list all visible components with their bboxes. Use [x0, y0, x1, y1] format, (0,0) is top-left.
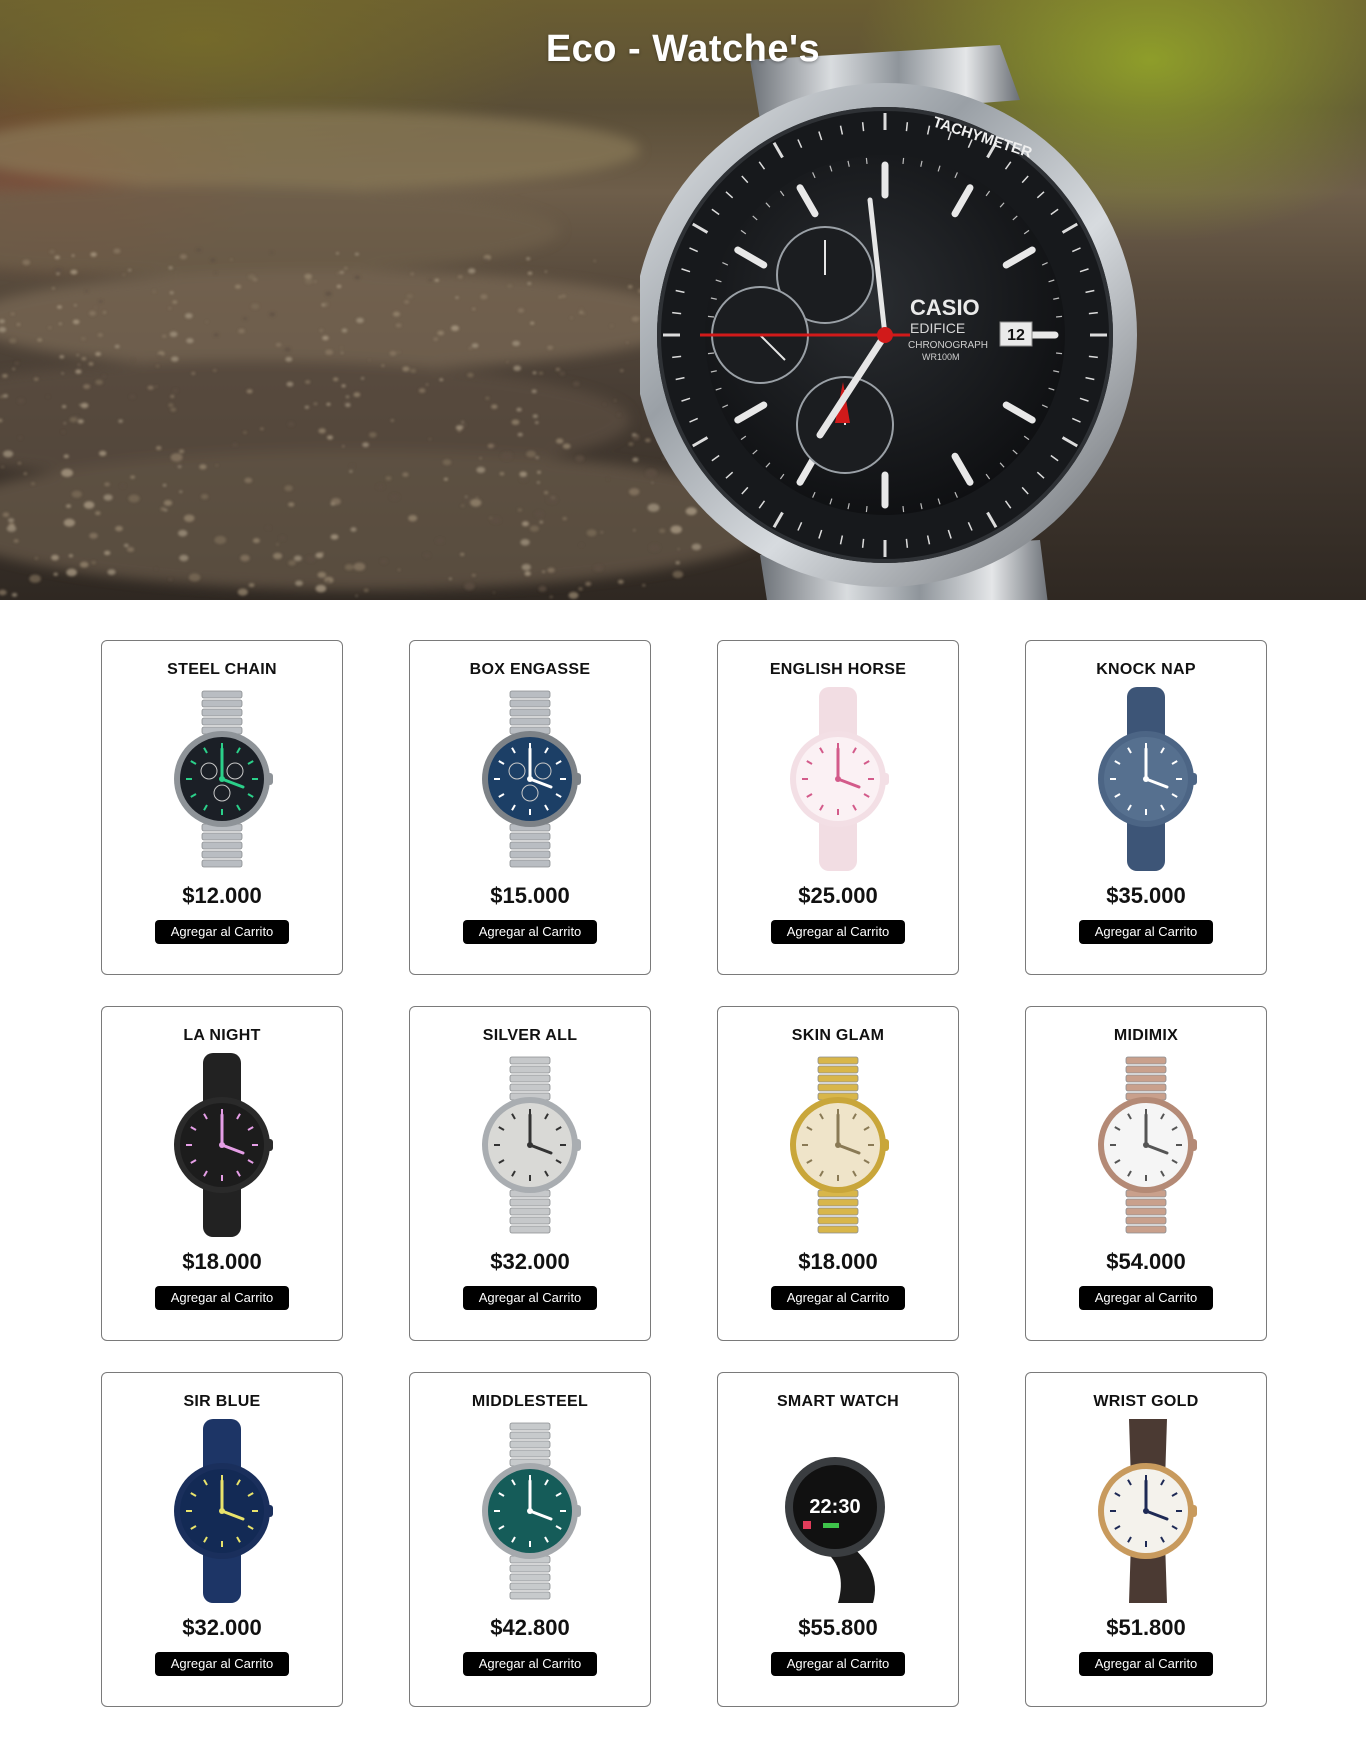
hero-watch-illustration: TACHYMETER CASIO EDIFICE CHRONOGRAPH WR1… — [640, 45, 1137, 600]
add-to-cart-button[interactable]: Agregar al Carrito — [155, 1286, 289, 1310]
product-card: WRIST GOLD $51.800 Agregar al Carrito — [1025, 1372, 1267, 1707]
hero-watch-model: EDIFICE — [910, 320, 965, 336]
product-name: LA NIGHT — [183, 1027, 261, 1044]
add-to-cart-button[interactable]: Agregar al Carrito — [463, 920, 597, 944]
add-to-cart-button[interactable]: Agregar al Carrito — [1079, 920, 1213, 944]
add-to-cart-button[interactable]: Agregar al Carrito — [155, 1652, 289, 1676]
product-name: SKIN GLAM — [791, 1027, 885, 1044]
hero-watch-date: 12 — [1007, 327, 1025, 344]
add-to-cart-button[interactable]: Agregar al Carrito — [771, 1286, 905, 1310]
product-card: SILVER ALL $32.000 Agregar al Carrito — [409, 1006, 651, 1341]
product-price: $18.000 — [182, 1249, 262, 1274]
product-price: $32.000 — [490, 1249, 570, 1274]
product-price: $15.000 — [490, 883, 570, 908]
add-to-cart-button[interactable]: Agregar al Carrito — [771, 920, 905, 944]
add-to-cart-button[interactable]: Agregar al Carrito — [463, 1286, 597, 1310]
knock-nap-watch-icon[interactable] — [1071, 687, 1221, 871]
product-name: BOX ENGASSE — [469, 661, 591, 678]
add-to-cart-button[interactable]: Agregar al Carrito — [1079, 1652, 1213, 1676]
product-price: $54.000 — [1106, 1249, 1186, 1274]
product-price: $12.000 — [182, 883, 262, 908]
product-price: $18.000 — [798, 1249, 878, 1274]
product-name: SIR BLUE — [183, 1393, 261, 1410]
midimix-watch-icon[interactable] — [1071, 1053, 1221, 1237]
steel-chain-watch-icon[interactable] — [147, 687, 297, 871]
product-card: MIDDLESTEEL $42.800 Agregar al Carrito — [409, 1372, 651, 1707]
add-to-cart-button[interactable]: Agregar al Carrito — [1079, 1286, 1213, 1310]
wrist-gold-watch-icon[interactable] — [1071, 1419, 1221, 1603]
sir-blue-watch-icon[interactable] — [147, 1419, 297, 1603]
product-card: MIDIMIX $54.000 Agregar al Carrito — [1025, 1006, 1267, 1341]
page-title: Eco - Watche's — [545, 28, 821, 70]
middlesteel-watch-icon[interactable] — [455, 1419, 605, 1603]
product-name: SILVER ALL — [482, 1027, 578, 1044]
product-price: $32.000 — [182, 1615, 262, 1640]
product-card: ENGLISH HORSE $25.000 Agregar al Carrito — [717, 640, 959, 975]
la-night-watch-icon[interactable] — [147, 1053, 297, 1237]
product-price: $35.000 — [1106, 883, 1186, 908]
product-name: STEEL CHAIN — [167, 661, 277, 678]
product-name: WRIST GOLD — [1093, 1393, 1199, 1410]
svg-text:22:30: 22:30 — [809, 1496, 860, 1518]
add-to-cart-button[interactable]: Agregar al Carrito — [463, 1652, 597, 1676]
smart-watch-icon[interactable]: 22:30 — [763, 1419, 913, 1603]
product-name: MIDDLESTEEL — [471, 1393, 589, 1410]
product-name: MIDIMIX — [1113, 1027, 1179, 1044]
add-to-cart-button[interactable]: Agregar al Carrito — [771, 1652, 905, 1676]
product-card: LA NIGHT $18.000 Agregar al Carrito — [101, 1006, 343, 1341]
hero-banner: TACHYMETER CASIO EDIFICE CHRONOGRAPH WR1… — [0, 0, 1366, 600]
product-name: SMART WATCH — [776, 1393, 900, 1410]
product-card: SMART WATCH 22:30 $55.800 Agregar al Carrit… — [717, 1372, 959, 1707]
product-price: $55.800 — [798, 1615, 878, 1640]
product-name: ENGLISH HORSE — [769, 661, 907, 678]
hero-watch-wr: WR100M — [922, 352, 960, 362]
product-name: KNOCK NAP — [1096, 661, 1196, 678]
hero-watch-brand: CASIO — [910, 295, 980, 320]
product-grid: STEEL CHAIN $12.000 Agregar al Carrito BOX … — [101, 640, 1267, 1707]
product-card: KNOCK NAP $35.000 Agregar al Carrito — [1025, 640, 1267, 975]
box-engasse-watch-icon[interactable] — [455, 687, 605, 871]
silver-all-watch-icon[interactable] — [455, 1053, 605, 1237]
skin-glam-watch-icon[interactable] — [763, 1053, 913, 1237]
product-price: $51.800 — [1106, 1615, 1186, 1640]
product-price: $25.000 — [798, 883, 878, 908]
product-card: SIR BLUE $32.000 Agregar al Carrito — [101, 1372, 343, 1707]
product-card: STEEL CHAIN $12.000 Agregar al Carrito — [101, 640, 343, 975]
add-to-cart-button[interactable]: Agregar al Carrito — [155, 920, 289, 944]
hero-watch-subtitle: CHRONOGRAPH — [908, 340, 988, 351]
english-horse-watch-icon[interactable] — [763, 687, 913, 871]
product-card: SKIN GLAM $18.000 Agregar al Carrito — [717, 1006, 959, 1341]
product-card: BOX ENGASSE $15.000 Agregar al Carrito — [409, 640, 651, 975]
product-price: $42.800 — [490, 1615, 570, 1640]
